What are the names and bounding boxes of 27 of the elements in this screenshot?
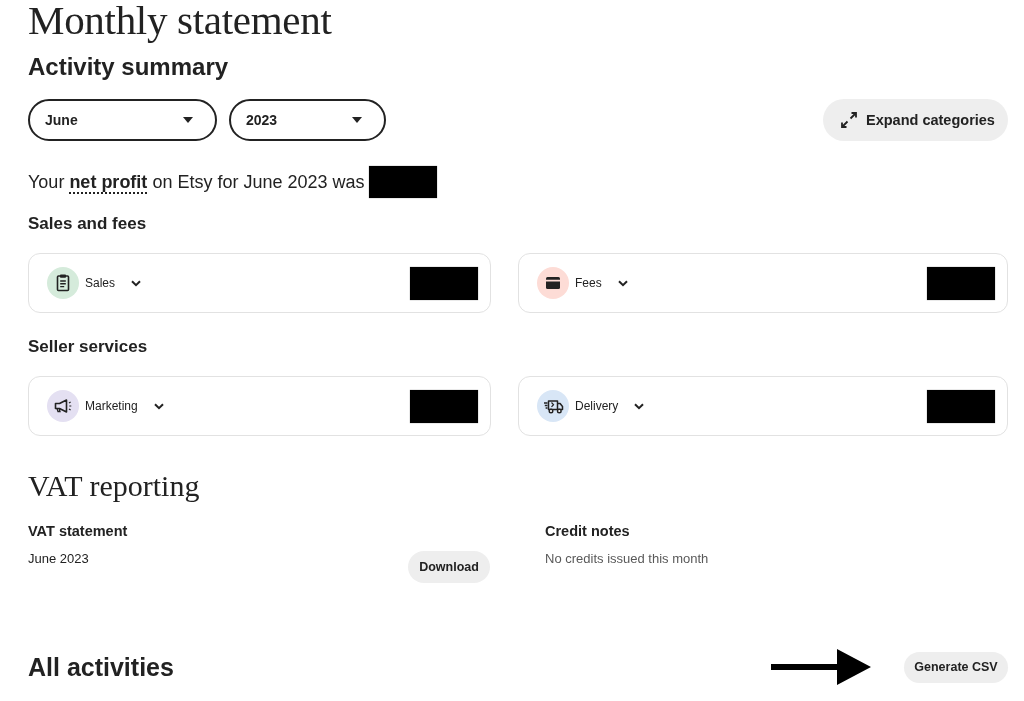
chevron-icon <box>634 402 645 410</box>
chevron-icon <box>617 279 628 287</box>
page-title: Monthly statement <box>28 0 332 41</box>
credit-notes-text: No credits issued this month <box>545 550 709 568</box>
expand-icon <box>841 112 857 128</box>
caret-icon <box>352 117 362 123</box>
section-heading: Seller services <box>28 336 148 358</box>
generate-csv-button[interactable]: Generate CSV <box>904 651 1008 683</box>
select-field[interactable]: June <box>28 99 217 141</box>
category-toggle[interactable]: Delivery <box>575 396 645 416</box>
section-heading: All activities <box>28 653 174 681</box>
vat-heading: VAT statement <box>28 522 128 541</box>
category-toggle[interactable]: Sales <box>85 273 142 293</box>
category-toggle[interactable]: Fees <box>575 273 628 293</box>
chevron-icon <box>131 279 142 287</box>
category-toggle[interactable]: Marketing <box>85 396 164 416</box>
section-heading: VAT reporting <box>28 468 200 504</box>
net-profit-sentence: Your net profit on Etsy for June 2023 was <box>28 171 365 194</box>
section-heading: Activity summary <box>28 53 229 81</box>
chevron-icon <box>153 402 164 410</box>
select-field[interactable]: 2023 <box>229 99 386 141</box>
section-heading: Sales and fees <box>28 213 147 235</box>
vat-heading: Credit notes <box>545 522 630 541</box>
download-button[interactable]: Download <box>408 551 490 583</box>
statement-period: June 2023 <box>28 550 89 568</box>
caret-icon <box>183 117 193 123</box>
expand-categories-button[interactable]: Expand categories <box>823 99 1008 141</box>
